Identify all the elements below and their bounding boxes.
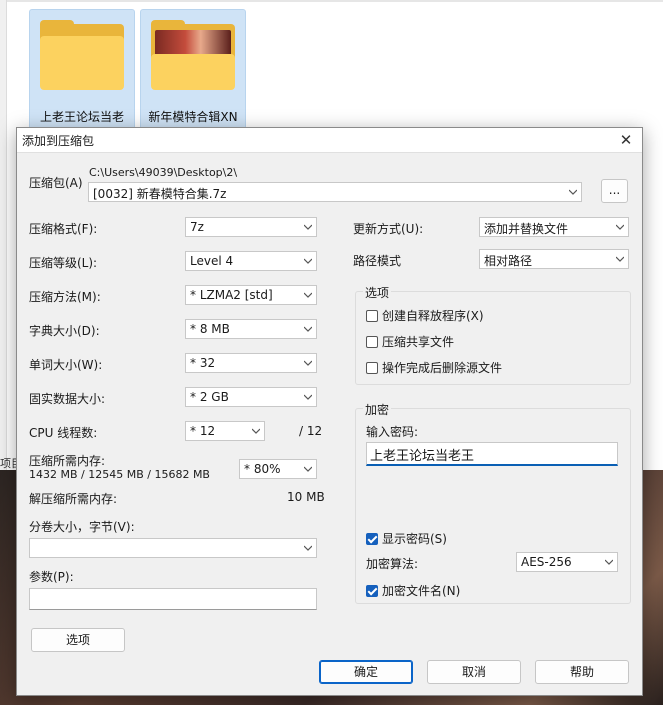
checkbox-box (366, 361, 378, 374)
word-size-select[interactable]: * 32 (185, 353, 317, 373)
cpu-threads-value: * 12 (190, 424, 216, 438)
encryption-group-title: 加密 (363, 401, 392, 418)
parameters-input[interactable] (29, 588, 317, 610)
shared-files-label: 压缩共享文件 (382, 335, 455, 349)
encryption-method-select[interactable]: AES-256 (516, 552, 618, 572)
checkbox-checked-icon (366, 584, 378, 597)
path-mode-select[interactable]: 相对路径 (479, 249, 629, 269)
encryption-group: 加密 输入密码: 上老王论坛当老王 显示密码(S) 加密算法: AES-256 … (355, 401, 631, 604)
folder-icon (40, 20, 124, 90)
password-label: 输入密码: (366, 425, 419, 439)
word-size-value: * 32 (190, 356, 216, 370)
decompress-memory-value: 10 MB (287, 490, 325, 504)
folder-with-thumbnail-icon (151, 20, 235, 90)
options-group-title: 选项 (363, 284, 392, 301)
memory-label: 压缩所需内存: (29, 454, 106, 468)
chevron-down-icon (304, 359, 312, 367)
path-mode-label: 路径模式 (353, 254, 402, 268)
cpu-threads-total: / 12 (299, 424, 323, 438)
chevron-down-icon (304, 544, 312, 552)
encrypt-filenames-label: 加密文件名(N) (382, 584, 461, 598)
level-value: Level 4 (190, 254, 234, 268)
path-mode-value: 相对路径 (484, 254, 533, 268)
shared-files-checkbox[interactable]: 压缩共享文件 (366, 333, 454, 350)
update-mode-label: 更新方式(U): (353, 222, 424, 236)
memory-usage-value: * 80% (244, 462, 281, 476)
checkbox-box (366, 335, 378, 348)
options-button[interactable]: 选项 (31, 628, 125, 652)
split-volume-label: 分卷大小，字节(V): (29, 520, 135, 534)
method-label: 压缩方法(M): (29, 290, 101, 304)
archive-name-combobox[interactable]: [0032] 新春模特合集.7z (88, 182, 582, 202)
folder-name: 上老王论坛当老 (39, 110, 124, 124)
cancel-button[interactable]: 取消 (427, 660, 521, 684)
method-value: * LZMA2 [std] (190, 288, 273, 302)
update-mode-select[interactable]: 添加并替换文件 (479, 217, 629, 237)
chevron-down-icon (616, 255, 624, 263)
level-select[interactable]: Level 4 (185, 251, 317, 271)
format-value: 7z (190, 220, 204, 234)
chevron-down-icon (304, 465, 312, 473)
solid-block-select[interactable]: * 2 GB (185, 387, 317, 407)
folder-name: 新年模特合辑XN (148, 110, 238, 124)
show-password-checkbox[interactable]: 显示密码(S) (366, 530, 447, 547)
update-mode-value: 添加并替换文件 (484, 222, 569, 236)
dialog-titlebar: 添加到压缩包 ✕ (17, 128, 642, 153)
add-to-archive-dialog: 添加到压缩包 ✕ 压缩包(A) C:\Users\49039\Desktop\2… (16, 127, 643, 696)
method-select[interactable]: * LZMA2 [std] (185, 285, 317, 305)
explorer-top-strip (0, 0, 663, 2)
show-password-label: 显示密码(S) (382, 532, 447, 546)
memory-usage-select[interactable]: * 80% (239, 459, 317, 479)
password-input[interactable]: 上老王论坛当老王 (366, 442, 618, 466)
format-label: 压缩格式(F): (29, 222, 98, 236)
sfx-checkbox[interactable]: 创建自释放程序(X) (366, 307, 484, 324)
delete-source-checkbox[interactable]: 操作完成后删除源文件 (366, 359, 502, 376)
help-button[interactable]: 帮助 (535, 660, 629, 684)
sfx-label: 创建自释放程序(X) (382, 309, 484, 323)
archive-name-value: [0032] 新春模特合集.7z (93, 187, 227, 201)
chevron-down-icon (616, 223, 624, 231)
dictionary-value: * 8 MB (190, 322, 230, 336)
chevron-down-icon (569, 188, 577, 196)
cpu-threads-select[interactable]: * 12 (185, 421, 265, 441)
checkbox-checked-icon (366, 532, 378, 545)
explorer-left-scroll-strip (0, 0, 7, 470)
delete-source-label: 操作完成后删除源文件 (382, 361, 503, 375)
encryption-method-label: 加密算法: (366, 557, 419, 571)
archive-label: 压缩包(A) (29, 176, 83, 190)
dialog-title: 添加到压缩包 (22, 134, 95, 148)
chevron-down-icon (304, 291, 312, 299)
solid-block-label: 固实数据大小: (29, 392, 106, 406)
folder-tile[interactable]: 上老王论坛当老 (29, 9, 135, 135)
chevron-down-icon (304, 257, 312, 265)
decompress-memory-label: 解压缩所需内存: (29, 492, 118, 506)
format-select[interactable]: 7z (185, 217, 317, 237)
encrypt-filenames-checkbox[interactable]: 加密文件名(N) (366, 582, 460, 599)
chevron-down-icon (252, 427, 260, 435)
split-volume-combobox[interactable] (29, 538, 317, 558)
chevron-down-icon (605, 558, 613, 566)
folder-tile[interactable]: 新年模特合辑XN (140, 9, 246, 135)
password-value: 上老王论坛当老王 (370, 449, 475, 464)
chevron-down-icon (304, 223, 312, 231)
dictionary-select[interactable]: * 8 MB (185, 319, 317, 339)
close-icon[interactable]: ✕ (616, 130, 636, 150)
options-group: 选项 创建自释放程序(X) 压缩共享文件 操作完成后删除源文件 (355, 284, 631, 385)
word-size-label: 单词大小(W): (29, 358, 103, 372)
chevron-down-icon (304, 325, 312, 333)
parameters-label: 参数(P): (29, 570, 74, 584)
encryption-method-value: AES-256 (521, 555, 572, 569)
cpu-threads-label: CPU 线程数: (29, 426, 98, 440)
level-label: 压缩等级(L): (29, 256, 98, 270)
browse-button[interactable]: ... (601, 179, 628, 203)
checkbox-box (366, 309, 378, 322)
ok-button[interactable]: 确定 (319, 660, 413, 684)
archive-path: C:\Users\49039\Desktop\2\ (89, 166, 238, 179)
solid-block-value: * 2 GB (190, 390, 229, 404)
memory-usage-detail: 1432 MB / 12545 MB / 15682 MB (29, 468, 210, 481)
dictionary-label: 字典大小(D): (29, 324, 100, 338)
chevron-down-icon (304, 393, 312, 401)
